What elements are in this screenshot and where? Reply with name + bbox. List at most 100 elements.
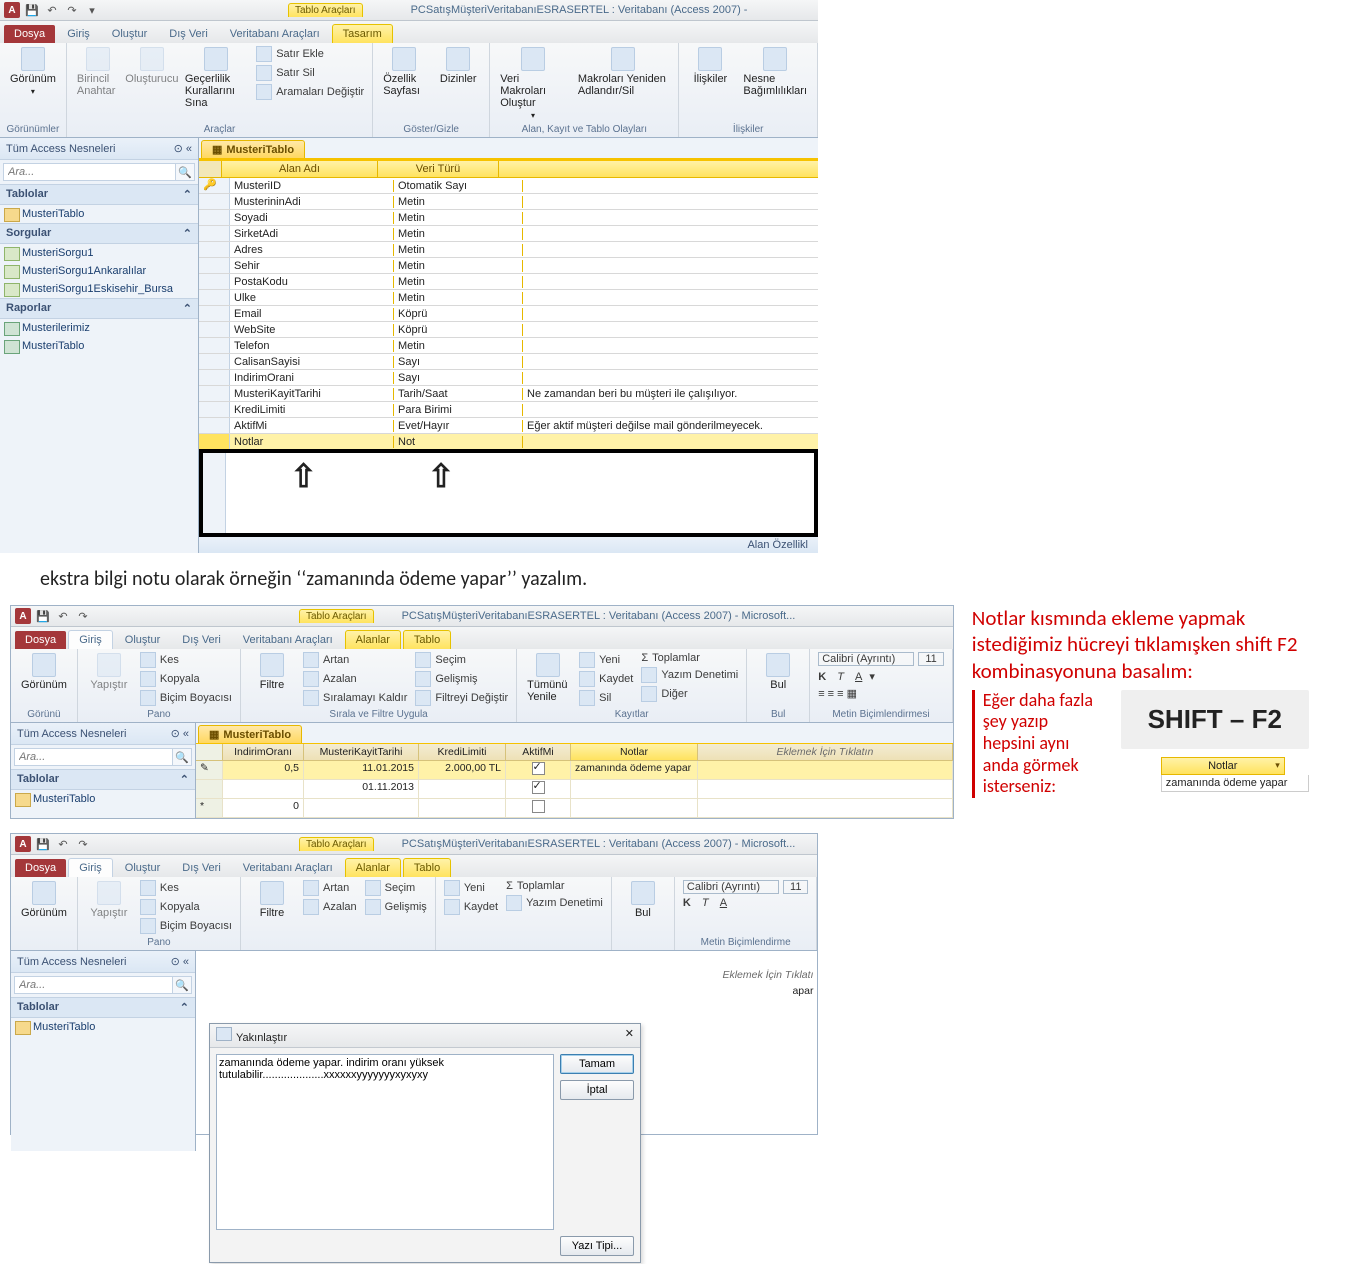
field-type-cell[interactable]: Para Birimi [394,404,523,416]
builder-button[interactable]: Oluşturucu [127,45,177,87]
nav-item-musterisorgu1-ankaralilar[interactable]: MusteriSorgu1Ankaralılar [0,262,198,280]
field-name-cell[interactable]: CalisanSayisi [230,356,394,368]
field-row[interactable]: IndirimOraniSayı [199,370,818,386]
datasheet-add-column[interactable]: Eklemek İçin Tıklatı [722,969,813,981]
tab-table[interactable]: Tablo [403,630,451,649]
field-row[interactable]: NotlarNot [199,434,818,450]
datasheet-row[interactable]: 01.11.2013 [196,780,953,799]
field-row[interactable]: SehirMetin [199,258,818,274]
tab-database-tools[interactable]: Veritabanı Araçları [220,25,330,43]
zoom-cancel-button[interactable]: İptal [560,1080,634,1100]
nav-item-musterisorgu1[interactable]: MusteriSorgu1 [0,244,198,262]
totals-button[interactable]: ΣToplamlar [639,651,740,665]
delete-rows-button[interactable]: Satır Sil [254,64,366,82]
view-button[interactable]: Görünüm▾ [6,45,60,98]
spelling-button[interactable]: Yazım Denetimi [639,666,740,684]
field-name-cell[interactable]: Ulke [230,292,394,304]
field-row[interactable]: MusterininAdiMetin [199,194,818,210]
copy-button[interactable]: Kopyala [138,670,234,688]
more-button[interactable]: Diğer [639,685,740,703]
nav-item-musteritablo[interactable]: MusteriTablo [0,205,198,223]
tab-file[interactable]: Dosya [4,25,55,43]
field-name-cell[interactable]: Sehir [230,260,394,272]
field-type-cell[interactable]: Evet/Hayır [394,420,523,432]
field-name-cell[interactable]: MusterininAdi [230,196,394,208]
field-row[interactable]: SirketAdiMetin [199,226,818,242]
tab-fields[interactable]: Alanlar [345,630,401,649]
alignment-buttons[interactable]: ≡ ≡ ≡ ▦ [816,686,946,701]
field-name-cell[interactable]: Email [230,308,394,320]
object-dependencies-button[interactable]: Nesne Bağımlılıkları [739,45,811,99]
undo-icon[interactable]: ↶ [44,2,60,18]
field-row[interactable]: CalisanSayisiSayı [199,354,818,370]
tab-home[interactable]: Giriş [57,25,100,43]
tab-create[interactable]: Oluştur [102,25,157,43]
field-name-cell[interactable]: AktifMi [230,420,394,432]
field-row[interactable]: TelefonMetin [199,338,818,354]
tab-file[interactable]: Dosya [15,631,66,649]
field-name-cell[interactable]: PostaKodu [230,276,394,288]
format-painter-button[interactable]: Biçim Boyacısı [138,689,234,707]
datasheet-row[interactable]: *0 [196,799,953,818]
field-row[interactable]: PostaKoduMetin [199,274,818,290]
tab-home-active[interactable]: Giriş [68,630,113,649]
redo-icon[interactable]: ↷ [64,2,80,18]
field-type-cell[interactable]: Sayı [394,372,523,384]
field-row[interactable]: WebSiteKöprü [199,322,818,338]
close-icon[interactable]: ✕ [625,1027,634,1044]
field-type-cell[interactable]: Metin [394,260,523,272]
qat-dropdown-icon[interactable]: ▾ [84,2,100,18]
field-type-cell[interactable]: Not [394,436,523,448]
save-icon[interactable]: 💾 [24,2,40,18]
sort-desc-button[interactable]: Azalan [301,670,409,688]
indexes-button[interactable]: Dizinler [433,45,483,87]
checkbox[interactable] [532,800,545,813]
tab-create[interactable]: Oluştur [115,631,170,649]
field-type-cell[interactable]: Metin [394,292,523,304]
field-row[interactable]: 🔑MusteriIDOtomatik Sayı [199,178,818,194]
save-record-button[interactable]: Kaydet [577,670,635,688]
nav-item-musterilerimiz[interactable]: Musterilerimiz [0,319,198,337]
paste-button[interactable]: Yapıştır [84,651,134,693]
nav-cat-tables[interactable]: Tablolar⌃ [0,184,198,205]
field-name-cell[interactable]: MusteriID [230,180,394,192]
find-button[interactable]: Bul [753,651,803,693]
remove-sort-button[interactable]: Sıralamayı Kaldır [301,689,409,707]
field-type-cell[interactable]: Metin [394,276,523,288]
nav-item-musterisorgu1-eskisehir-bursa[interactable]: MusteriSorgu1Eskisehir_Bursa [0,280,198,298]
field-row[interactable]: EmailKöprü [199,306,818,322]
zoom-font-button[interactable]: Yazı Tipi... [560,1236,634,1256]
selection-button[interactable]: Seçim [413,651,510,669]
tab-database-tools[interactable]: Veritabanı Araçları [233,631,343,649]
document-tab-musteritablo[interactable]: ▦MusteriTablo [201,140,305,158]
field-name-cell[interactable]: Notlar [230,436,394,448]
field-type-cell[interactable]: Metin [394,228,523,240]
font-size-select[interactable]: 11 [918,652,943,666]
insert-rows-button[interactable]: Satır Ekle [254,45,366,63]
primary-key-button[interactable]: Birincil Anahtar [73,45,123,99]
create-data-macros-button[interactable]: Veri Makroları Oluştur▾ [496,45,570,122]
field-type-cell[interactable]: Metin [394,340,523,352]
field-name-cell[interactable]: Adres [230,244,394,256]
checkbox[interactable] [532,781,545,794]
field-row[interactable]: AktifMiEvet/HayırEğer aktif müşteri deği… [199,418,818,434]
field-desc-cell[interactable]: Ne zamandan beri bu müşteri ile çalışılı… [523,388,818,400]
field-name-cell[interactable]: MusteriKayitTarihi [230,388,394,400]
font-style-buttons[interactable]: K T A ▾ [816,669,946,684]
refresh-all-button[interactable]: Tümünü Yenile [523,651,573,705]
field-row[interactable]: MusteriKayitTarihiTarih/SaatNe zamandan … [199,386,818,402]
field-type-cell[interactable]: Metin [394,212,523,224]
redo-icon[interactable]: ↷ [75,608,91,624]
font-select[interactable]: Calibri (Ayrıntı) [818,652,914,666]
chevron-left-icon[interactable]: ⊙ « [174,142,192,155]
field-name-cell[interactable]: SirketAdi [230,228,394,240]
field-type-cell[interactable]: Köprü [394,308,523,320]
filter-button[interactable]: Filtre [247,651,297,693]
sort-asc-button[interactable]: Artan [301,651,409,669]
zoom-textarea[interactable] [216,1054,554,1230]
new-record-button[interactable]: Yeni [577,651,635,669]
field-name-cell[interactable]: Telefon [230,340,394,352]
modify-lookups-button[interactable]: Aramaları Değiştir [254,83,366,101]
tab-external-data[interactable]: Dış Veri [159,25,218,43]
field-type-cell[interactable]: Sayı [394,356,523,368]
